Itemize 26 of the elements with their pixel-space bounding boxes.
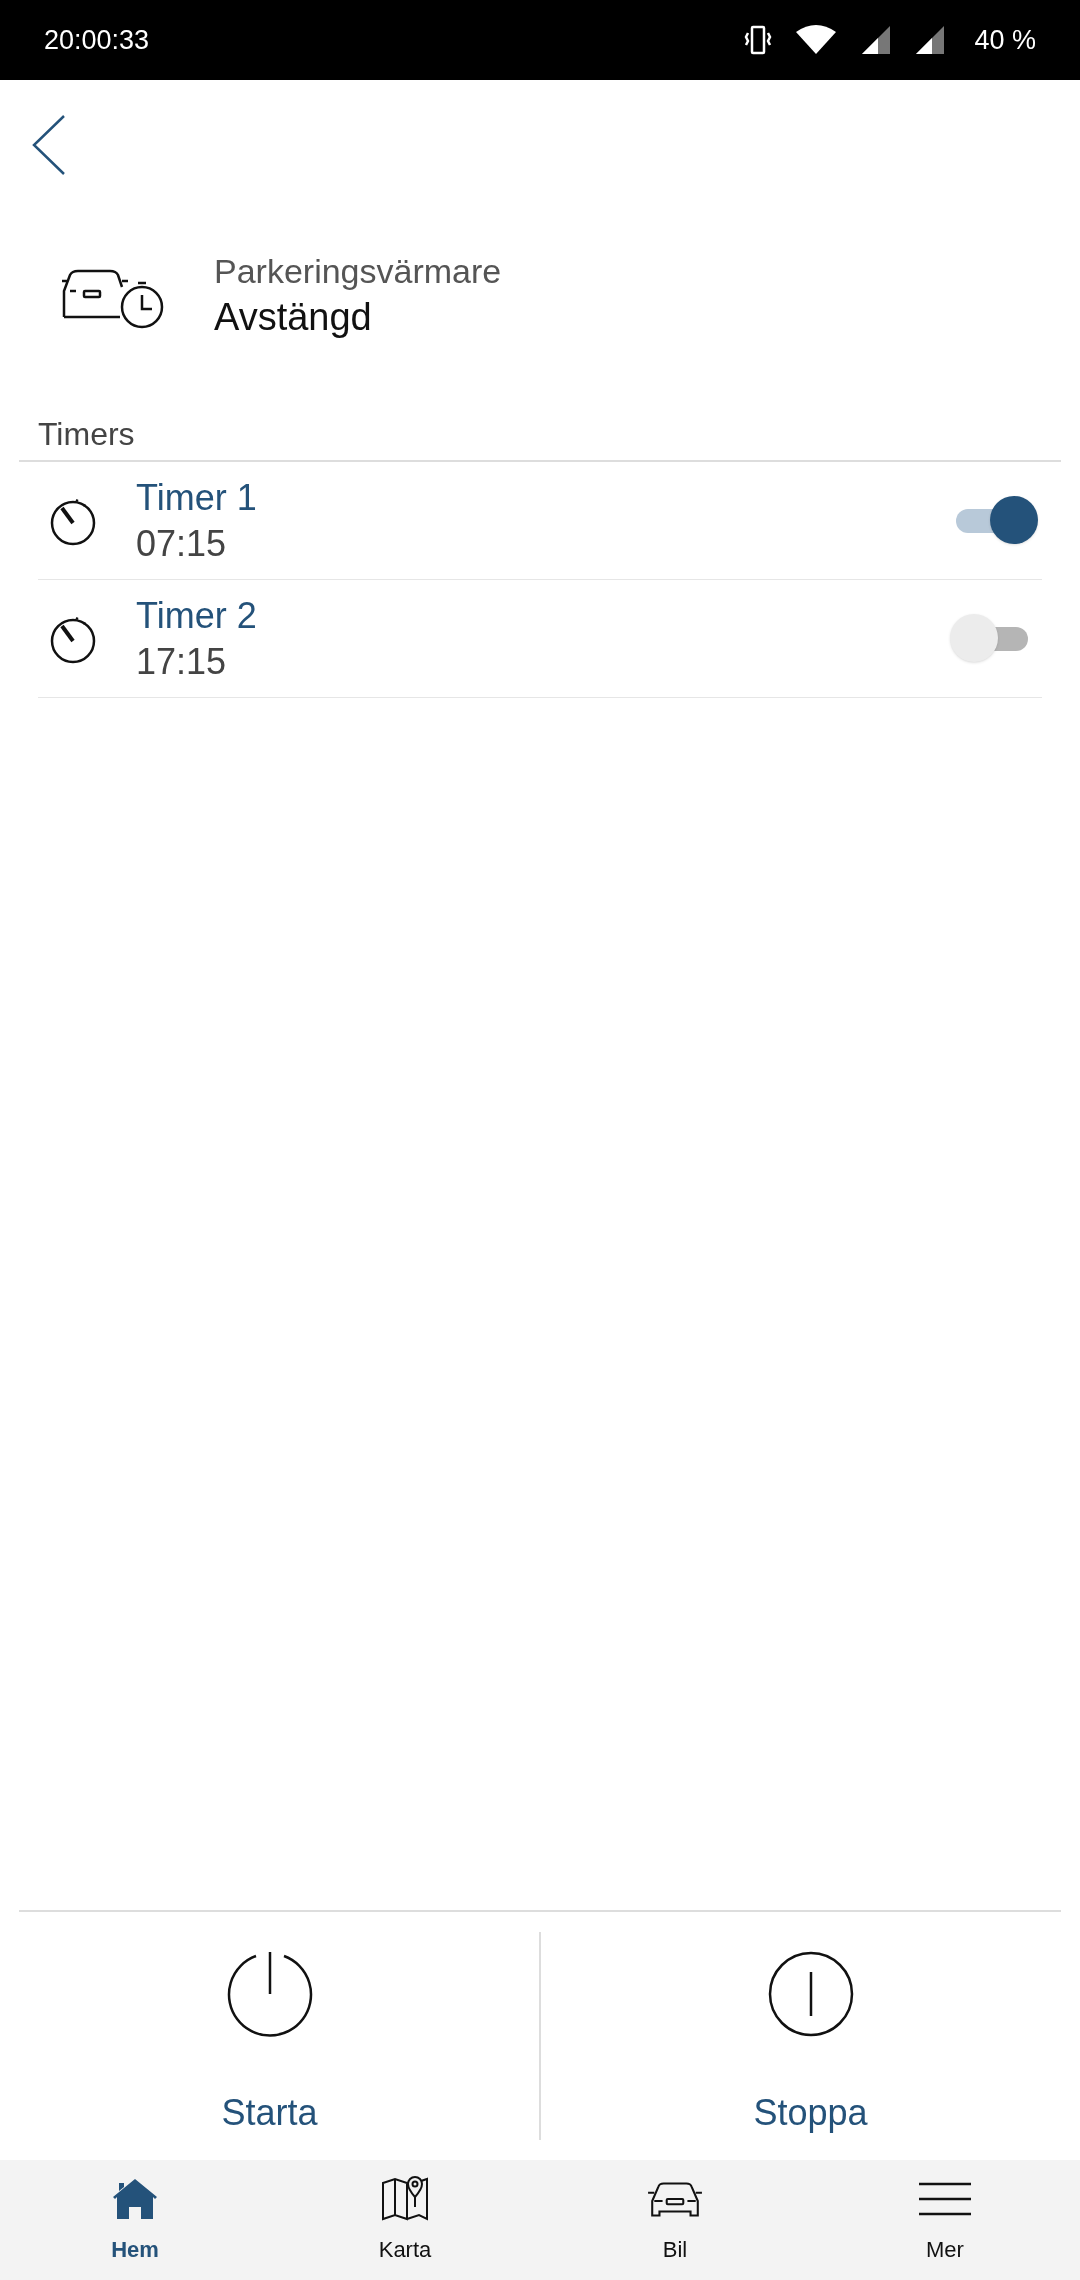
timer-name: Timer 1	[136, 475, 258, 520]
home-icon	[111, 2176, 159, 2221]
wifi-icon	[794, 24, 839, 56]
vibrate-icon	[744, 25, 773, 55]
battery-text: 40 %	[974, 23, 1036, 57]
nav-tab[interactable]: Karta	[270, 2160, 540, 2280]
nav-tab[interactable]: Mer	[810, 2160, 1080, 2280]
timer-time: 07:15	[136, 521, 228, 566]
timer-row[interactable]: Timer 1 07:15	[38, 462, 1042, 580]
start-button[interactable]: Starta	[0, 1932, 539, 2140]
heater-title: Parkeringsvärmare	[214, 251, 502, 292]
timer-name: Timer 2	[136, 593, 258, 638]
nav-tab[interactable]: Hem	[0, 2160, 270, 2280]
signal-icon	[860, 24, 893, 56]
timers-heading: Timers	[38, 415, 135, 454]
stop-icon	[766, 1950, 855, 2038]
menu-icon	[919, 2180, 971, 2217]
timer-row[interactable]: Timer 2 17:15	[38, 580, 1042, 698]
stop-button[interactable]: Stoppa	[541, 1932, 1080, 2140]
map-icon	[381, 2174, 429, 2223]
signal-icon	[914, 24, 947, 56]
status-time: 20:00:33	[44, 23, 150, 57]
timer-time: 17:15	[136, 639, 228, 684]
power-icon	[225, 1950, 314, 2038]
nav-tab[interactable]: Bil	[540, 2160, 810, 2280]
heater-status: Avstängd	[214, 295, 373, 340]
